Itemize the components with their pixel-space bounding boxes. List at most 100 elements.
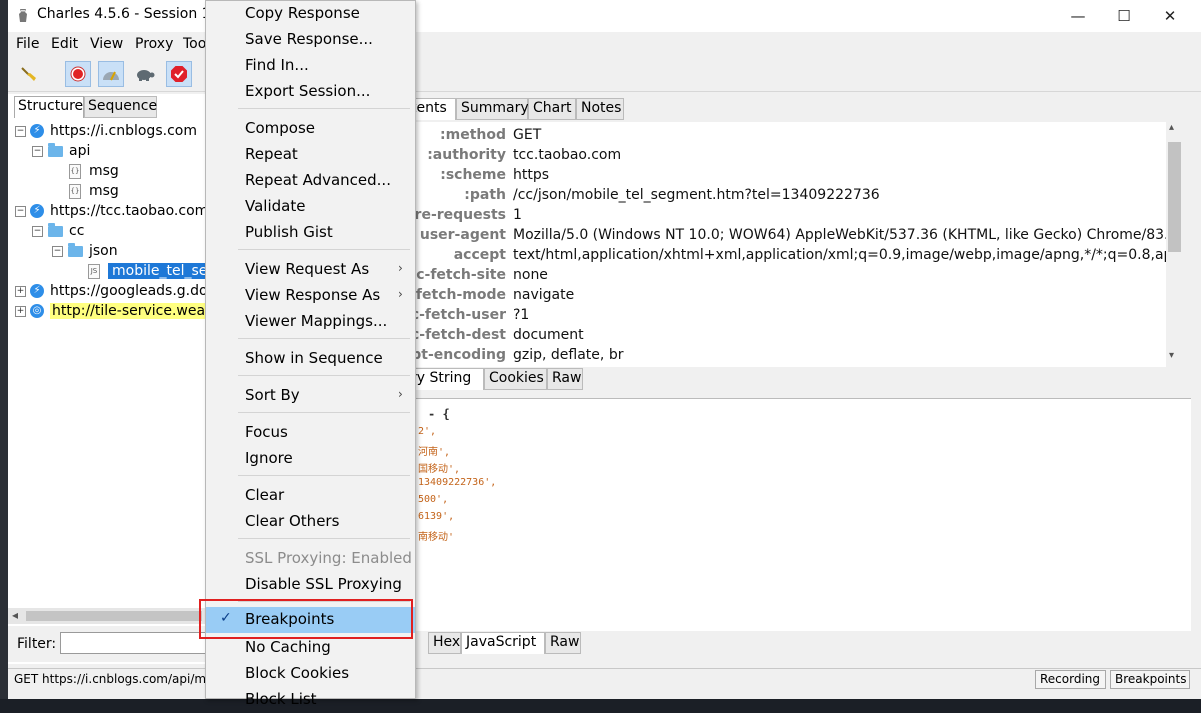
expand-toggle[interactable]: + bbox=[15, 286, 26, 297]
recording-status-button[interactable]: Recording bbox=[1035, 670, 1106, 689]
header-row[interactable]: accept text/html,application/xhtml+xml,ap… bbox=[406, 246, 1171, 266]
header-key: c-fetch-mode bbox=[406, 287, 506, 303]
header-row[interactable]: :method GET bbox=[406, 126, 1171, 146]
menu-item-clear[interactable]: Clear bbox=[206, 483, 415, 509]
scroll-thumb[interactable] bbox=[1168, 142, 1181, 252]
expand-toggle[interactable]: − bbox=[15, 206, 26, 217]
menu-proxy[interactable]: Proxy bbox=[135, 36, 173, 52]
tree-host-taobao[interactable]: ⚡ https://tcc.taobao.com bbox=[30, 201, 208, 221]
menu-item-publish-gist[interactable]: Publish Gist bbox=[206, 220, 415, 246]
tab-summary[interactable]: Summary bbox=[456, 98, 529, 120]
menu-item-find-in[interactable]: Find In... bbox=[206, 53, 415, 79]
header-row[interactable]: user-agent Mozilla/5.0 (Windows NT 10.0; … bbox=[406, 226, 1171, 246]
menu-item-clear-others[interactable]: Clear Others bbox=[206, 509, 415, 535]
lightning-host-icon: ⚡ bbox=[30, 284, 44, 298]
menu-tools[interactable]: Too bbox=[183, 36, 206, 52]
tree-folder-json[interactable]: json bbox=[68, 241, 118, 261]
menu-item-copy-response[interactable]: Copy Response bbox=[206, 1, 415, 27]
header-row[interactable]: :scheme https bbox=[406, 166, 1171, 186]
menu-item-block-cookies[interactable]: Block Cookies bbox=[206, 661, 415, 687]
menu-edit[interactable]: Edit bbox=[51, 36, 78, 52]
minimize-button[interactable]: — bbox=[1055, 0, 1101, 32]
menu-item-repeat-advanced[interactable]: Repeat Advanced... bbox=[206, 168, 415, 194]
tab-notes[interactable]: Notes bbox=[576, 98, 624, 120]
header-value: GET bbox=[513, 127, 542, 143]
expand-toggle[interactable]: + bbox=[15, 306, 26, 317]
menu-item-block-list[interactable]: Block List bbox=[206, 687, 415, 713]
tab-raw-response[interactable]: Raw bbox=[545, 632, 581, 654]
tree-folder-api[interactable]: api bbox=[48, 141, 90, 161]
menu-item-compose[interactable]: Compose bbox=[206, 116, 415, 142]
expand-toggle[interactable]: − bbox=[52, 246, 63, 257]
tree-folder-cc[interactable]: cc bbox=[48, 221, 84, 241]
throttle-icon[interactable] bbox=[98, 61, 124, 87]
tab-structure[interactable]: Structure bbox=[14, 96, 84, 118]
scroll-thumb[interactable] bbox=[26, 611, 202, 621]
expand-toggle[interactable]: − bbox=[15, 126, 26, 137]
broom-icon[interactable] bbox=[16, 61, 42, 87]
scroll-left-arrow-icon[interactable]: ◂ bbox=[12, 608, 18, 622]
menu-separator bbox=[238, 338, 410, 339]
tree-host-cnblogs[interactable]: ⚡ https://i.cnblogs.com bbox=[30, 121, 197, 141]
tab-query-string[interactable]: ry String bbox=[406, 368, 484, 390]
tab-javascript[interactable]: JavaScript bbox=[461, 632, 545, 654]
tree-node-label: api bbox=[69, 143, 91, 159]
header-row[interactable]: :path/cc/json/mobile_tel_segment.htm?tel… bbox=[406, 186, 1171, 206]
expand-toggle[interactable]: − bbox=[32, 226, 43, 237]
horizontal-scrollbar[interactable]: ◂ bbox=[8, 608, 206, 624]
menu-view[interactable]: View bbox=[90, 36, 123, 52]
code-line: - { bbox=[428, 407, 450, 421]
tree-file-msg[interactable]: {} msg bbox=[69, 161, 119, 181]
header-row[interactable]: :authority tcc.taobao.com bbox=[406, 146, 1171, 166]
tree-host-googleads[interactable]: ⚡ https://googleads.g.dou bbox=[30, 281, 216, 301]
tree-node-label: json bbox=[89, 243, 118, 259]
scroll-up-arrow-icon[interactable]: ▴ bbox=[1169, 122, 1174, 133]
record-icon[interactable] bbox=[65, 61, 91, 87]
tab-chart[interactable]: Chart bbox=[528, 98, 576, 120]
header-row[interactable]: cure-requests 1 bbox=[406, 206, 1171, 226]
tree-file-msg[interactable]: {} msg bbox=[69, 181, 119, 201]
vertical-scrollbar[interactable]: ▴ ▾ bbox=[1166, 122, 1183, 367]
menu-item-view-request-as[interactable]: View Request As › bbox=[206, 257, 415, 283]
header-row[interactable]: c-fetch-mode navigate bbox=[406, 286, 1171, 306]
tree-host-tile-service[interactable]: ◎ http://tile-service.weath bbox=[30, 301, 222, 321]
menu-item-view-response-as[interactable]: View Response As › bbox=[206, 283, 415, 309]
menu-item-repeat[interactable]: Repeat bbox=[206, 142, 415, 168]
tab-hex[interactable]: Hex bbox=[428, 632, 461, 654]
maximize-button[interactable]: ☐ bbox=[1101, 0, 1147, 32]
tree-node-label: https://tcc.taobao.com bbox=[50, 203, 209, 219]
menu-item-save-response[interactable]: Save Response... bbox=[206, 27, 415, 53]
menu-item-export-session[interactable]: Export Session... bbox=[206, 79, 415, 105]
header-row[interactable]: sec-fetch-site none bbox=[406, 266, 1171, 286]
header-row[interactable]: ec-fetch-user ?1 bbox=[406, 306, 1171, 326]
tab-sequence[interactable]: Sequence bbox=[84, 96, 157, 118]
header-value: tcc.taobao.com bbox=[513, 147, 622, 163]
menu-item-validate[interactable]: Validate bbox=[206, 194, 415, 220]
tab-cookies[interactable]: Cookies bbox=[484, 368, 547, 390]
tree-file-mobile-tel-segment[interactable]: JS mobile_tel_seg bbox=[88, 261, 221, 281]
menu-item-disable-ssl-proxying[interactable]: Disable SSL Proxying bbox=[206, 572, 415, 598]
header-row[interactable]: ept-encoding gzip, deflate, br bbox=[406, 346, 1171, 366]
code-line: 国移动', bbox=[418, 464, 461, 475]
tree-node-label-selected: mobile_tel_seg bbox=[108, 263, 221, 279]
scroll-down-arrow-icon[interactable]: ▾ bbox=[1169, 350, 1174, 361]
menu-separator bbox=[238, 375, 410, 376]
breakpoint-icon[interactable] bbox=[166, 61, 192, 87]
filter-label: Filter: bbox=[17, 636, 57, 652]
tree-node-label: cc bbox=[69, 223, 85, 239]
turtle-icon[interactable] bbox=[132, 61, 158, 87]
breakpoints-status-button[interactable]: Breakpoints bbox=[1110, 670, 1190, 689]
tab-raw[interactable]: Raw bbox=[547, 368, 583, 390]
menu-file[interactable]: File bbox=[16, 36, 39, 52]
menu-item-ignore[interactable]: Ignore bbox=[206, 446, 415, 472]
close-button[interactable]: ✕ bbox=[1147, 0, 1193, 32]
menu-item-sort-by[interactable]: Sort By › bbox=[206, 383, 415, 409]
filter-input[interactable] bbox=[60, 632, 210, 654]
title-bar[interactable]: Charles 4.5.6 - Session 1 * — ☐ ✕ bbox=[8, 0, 1201, 32]
detail-panel: tents Summary Chart Notes :method GET:aut… bbox=[406, 94, 1201, 664]
expand-toggle[interactable]: − bbox=[32, 146, 43, 157]
menu-item-focus[interactable]: Focus bbox=[206, 420, 415, 446]
menu-item-show-in-sequence[interactable]: Show in Sequence bbox=[206, 346, 415, 372]
menu-item-viewer-mappings[interactable]: Viewer Mappings... bbox=[206, 309, 415, 335]
header-row[interactable]: ec-fetch-dest document bbox=[406, 326, 1171, 346]
